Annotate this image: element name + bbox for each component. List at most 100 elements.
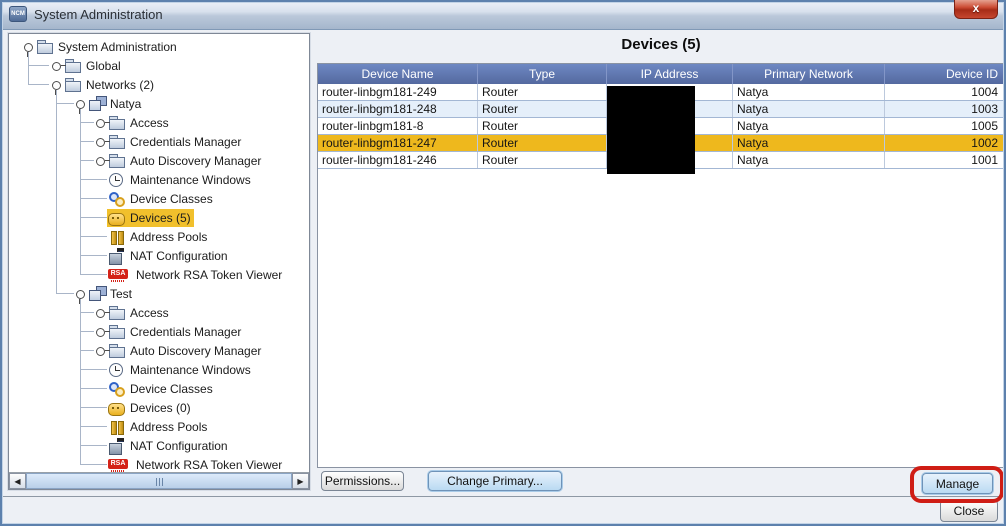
tree-item-test[interactable]: Test [9,284,309,304]
tree-item-nat-configuration[interactable]: NAT Configuration [9,246,309,265]
tree-item-maintenance-windows[interactable]: Maintenance Windows [9,170,309,189]
tree-item-auto-discovery-manager[interactable]: Auto Discovery Manager [9,151,309,170]
tree-item-credentials-manager[interactable]: Credentials Manager [9,322,309,341]
rsa-icon [108,267,132,283]
window-close-button[interactable]: x [954,0,998,19]
table-cell: router-linbgm181-8 [318,118,478,134]
folder-icon [108,324,126,340]
tree-item-label: Auto Discovery Manager [130,343,262,358]
column-header-device-name[interactable]: Device Name [318,64,478,84]
window-title: System Administration [34,7,163,22]
column-header-type[interactable]: Type [478,64,607,84]
rsa-icon [108,457,132,473]
folder-icon [108,115,126,131]
tree-item-label: Network RSA Token Viewer [136,267,283,282]
table-header-row: Device Name Type IP Address Primary Network… [318,64,1004,84]
redaction-box [607,86,695,174]
tree-item-label: NAT Configuration [130,438,228,453]
pools-icon [108,419,126,435]
table-cell: 1004 [971,85,998,99]
column-header-primary-network[interactable]: Primary Network [733,64,885,84]
tree-horizontal-scrollbar[interactable]: ◀ ▶ [9,472,309,489]
table-cell: Router [478,135,607,151]
tree-item-label: Natya [110,96,142,111]
network-icon [88,285,107,302]
nat-icon [108,247,126,265]
expand-handle-icon[interactable] [49,59,66,73]
permissions-button[interactable]: Permissions... [321,471,404,491]
tree-item-credentials-manager[interactable]: Credentials Manager [9,132,309,151]
change-primary-button[interactable]: Change Primary... [428,471,562,491]
nat-icon [108,437,126,455]
tree-item-networks-2[interactable]: Networks (2) [9,75,309,95]
table-cell: Natya [733,152,885,168]
app-icon: NCM [9,6,27,22]
tree-item-label: Devices (5) [130,210,191,225]
tree-item-access[interactable]: Access [9,303,309,322]
close-button[interactable]: Close [940,500,998,522]
tree-item-devices-5[interactable]: Devices (5) [9,208,309,227]
devices-icon [108,210,126,226]
expand-handle-icon[interactable] [93,135,110,149]
expand-handle-icon[interactable] [93,154,110,168]
title-bar[interactable]: NCM System Administration [0,0,1006,30]
manage-button[interactable]: Manage [922,473,993,494]
folder-icon [64,77,82,93]
network-icon [88,95,107,112]
table-cell: router-linbgm181-249 [318,84,478,100]
scrollbar-thumb[interactable] [26,473,292,489]
scroll-right-arrow-icon[interactable]: ▶ [292,473,309,489]
tree-item-device-classes[interactable]: Device Classes [9,189,309,208]
tree-item-access[interactable]: Access [9,113,309,132]
tree-item-maintenance-windows[interactable]: Maintenance Windows [9,360,309,379]
tree-item-nat-configuration[interactable]: NAT Configuration [9,436,309,455]
tree-item-label: Devices (0) [130,400,191,415]
clock-icon [108,362,126,378]
tree-item-address-pools[interactable]: Address Pools [9,417,309,436]
folder-icon [36,39,54,55]
collapse-handle-icon[interactable] [73,287,87,304]
tree-item-network-rsa-token-viewer[interactable]: Network RSA Token Viewer [9,265,309,284]
expand-handle-icon[interactable] [93,306,110,320]
folder-icon [108,153,126,169]
expand-handle-icon[interactable] [93,344,110,358]
tree-item-global[interactable]: Global [9,56,309,75]
column-header-device-id[interactable]: Device ID [885,64,1004,84]
close-x-icon: x [972,1,980,15]
tree-item-label: Credentials Manager [130,324,242,339]
table-cell: Router [478,118,607,134]
expand-handle-icon[interactable] [93,116,110,130]
tree-item-natya[interactable]: Natya [9,94,309,114]
collapse-handle-icon[interactable] [49,78,63,95]
table-cell: Router [478,84,607,100]
folder-icon [108,134,126,150]
tree-item-auto-discovery-manager[interactable]: Auto Discovery Manager [9,341,309,360]
table-cell: Natya [733,101,885,117]
tree-item-device-classes[interactable]: Device Classes [9,379,309,398]
tree-item-label: Access [130,305,169,320]
scroll-left-arrow-icon[interactable]: ◀ [9,473,26,489]
tree-item-network-rsa-token-viewer[interactable]: Network RSA Token Viewer [9,455,309,472]
table-cell: 1005 [971,119,998,133]
collapse-handle-icon[interactable] [73,97,87,114]
tree-item-label: Credentials Manager [130,134,242,149]
expand-handle-icon[interactable] [93,325,110,339]
tree-item-address-pools[interactable]: Address Pools [9,227,309,246]
tree-item-label: Global [86,58,121,73]
table-cell: Natya [733,118,885,134]
tree-item-devices-0[interactable]: Devices (0) [9,398,309,417]
page-title: Devices (5) [621,36,701,53]
tree-item-system-administration[interactable]: System Administration [9,37,309,57]
collapse-handle-icon[interactable] [21,40,35,57]
table-cell: router-linbgm181-247 [318,135,478,151]
column-header-ip-address[interactable]: IP Address [607,64,733,84]
